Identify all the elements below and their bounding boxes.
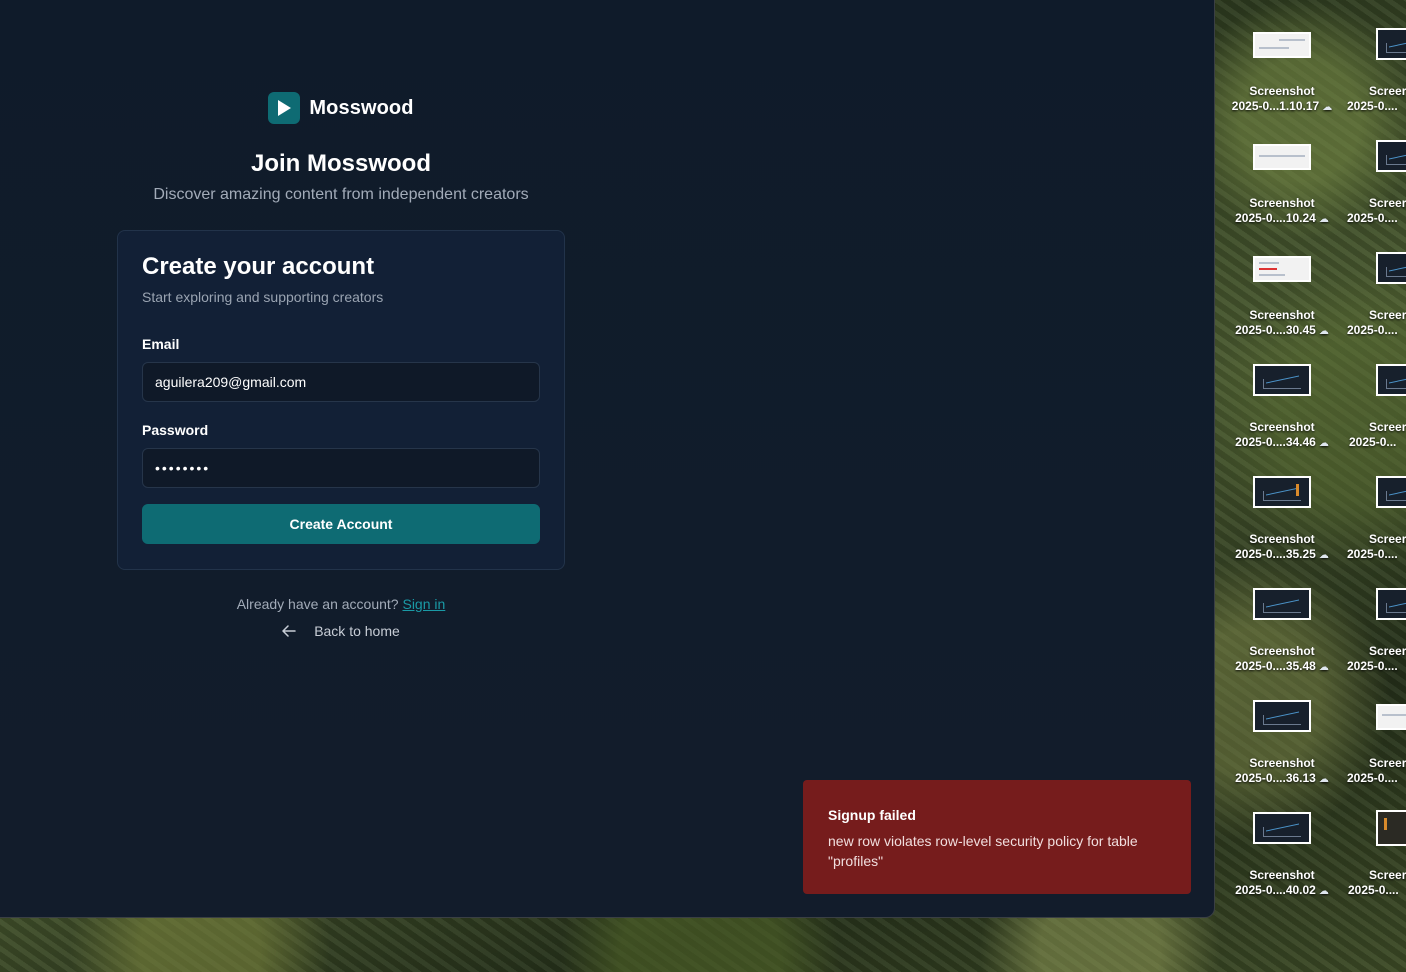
desktop-icon-label[interactable]: Screenshot 2025-0....40.02 ☁ (1222, 868, 1342, 899)
desktop-icon-label[interactable]: Screer 2025-0.... (1343, 868, 1406, 898)
cloud-icon: ☁ (1322, 102, 1333, 113)
signin-prompt: Already have an account? (236, 596, 399, 612)
cloud-icon: ☁ (1318, 214, 1329, 225)
desktop-icon-label[interactable]: Screer 2025-0.... (1342, 84, 1406, 114)
screenshot-thumbnail[interactable] (1253, 256, 1311, 282)
password-value: •••••••• (155, 460, 211, 476)
page-subtitle: Discover amazing content from independen… (153, 186, 529, 203)
signin-prompt-row: Already have an account? Sign in (237, 596, 446, 612)
screenshot-thumbnail[interactable] (1253, 588, 1311, 620)
screenshot-thumbnail[interactable] (1376, 28, 1406, 60)
desktop-icon-label[interactable]: Screenshot 2025-0....35.25 ☁ (1222, 532, 1342, 563)
cloud-icon: ☁ (1318, 886, 1329, 897)
card-title: Create your account (142, 253, 375, 280)
screenshot-thumbnail[interactable] (1253, 364, 1311, 396)
screenshot-thumbnail[interactable] (1253, 812, 1311, 844)
toast-message: new row violates row-level security poli… (828, 833, 1138, 869)
email-label: Email (142, 336, 180, 352)
password-label: Password (142, 422, 209, 438)
desktop-icon-label[interactable]: Screer 2025-0.... (1342, 756, 1406, 786)
screenshot-thumbnail[interactable] (1253, 700, 1311, 732)
back-to-home-link[interactable]: Back to home (282, 623, 400, 639)
desktop-icon-label[interactable]: Screer 2025-0... (1344, 420, 1406, 450)
desktop-icon-label[interactable]: Screenshot 2025-0...1.10.17 ☁ (1222, 84, 1342, 115)
cloud-icon: ☁ (1318, 774, 1329, 785)
desktop-icon-label[interactable]: Screenshot 2025-0....10.24 ☁ (1222, 196, 1342, 227)
password-field[interactable]: •••••••• (142, 448, 540, 488)
error-toast[interactable]: Signup failed new row violates row-level… (803, 780, 1191, 894)
signup-card: Create your account Start exploring and … (117, 230, 565, 570)
screenshot-thumbnail[interactable] (1376, 704, 1406, 730)
signup-column: Mosswood Join Mosswood Discover amazing … (117, 0, 565, 639)
screenshot-thumbnail[interactable] (1376, 252, 1406, 284)
desktop-icon-label[interactable]: Screenshot 2025-0....36.13 ☁ (1222, 756, 1342, 787)
screenshot-thumbnail[interactable] (1376, 588, 1406, 620)
cloud-icon: ☁ (1318, 550, 1329, 561)
brand-header[interactable]: Mosswood (268, 92, 413, 124)
cloud-icon: ☁ (1318, 662, 1329, 673)
desktop-icon-label[interactable]: Screer 2025-0.... (1342, 308, 1406, 338)
arrow-left-icon (282, 625, 296, 637)
desktop-icon-label[interactable]: Screer 2025-0.... (1342, 644, 1406, 674)
email-value: aguilera209@gmail.com (155, 374, 307, 390)
screenshot-thumbnail[interactable] (1253, 476, 1311, 508)
sign-in-link[interactable]: Sign in (402, 596, 445, 612)
screenshot-thumbnail[interactable] (1376, 810, 1406, 846)
desktop-icon-label[interactable]: Screer 2025-0.... (1342, 532, 1406, 562)
email-field[interactable]: aguilera209@gmail.com (142, 362, 540, 402)
cloud-icon: ☁ (1318, 326, 1329, 337)
create-account-button[interactable]: Create Account (142, 504, 540, 544)
brand-name: Mosswood (309, 96, 414, 119)
back-to-home-label: Back to home (314, 623, 400, 639)
browser-window: Mosswood Join Mosswood Discover amazing … (0, 0, 1215, 918)
screenshot-thumbnail[interactable] (1253, 144, 1311, 170)
page-title: Join Mosswood (251, 150, 431, 177)
screenshot-thumbnail[interactable] (1376, 364, 1406, 396)
desktop-icon-label[interactable]: Screenshot 2025-0....35.48 ☁ (1222, 644, 1342, 675)
play-logo-icon (268, 92, 301, 124)
screenshot-thumbnail[interactable] (1253, 32, 1311, 58)
card-subtitle: Start exploring and supporting creators (142, 289, 384, 305)
desktop-icon-label[interactable]: Screenshot 2025-0....34.46 ☁ (1222, 420, 1342, 451)
screenshot-thumbnail[interactable] (1376, 140, 1406, 172)
screenshot-thumbnail[interactable] (1376, 476, 1406, 508)
desktop-icon-label[interactable]: Screenshot 2025-0....30.45 ☁ (1222, 308, 1342, 339)
cloud-icon: ☁ (1318, 438, 1329, 449)
desktop-icon-label[interactable]: Screer 2025-0.... (1342, 196, 1406, 226)
toast-title: Signup failed (828, 807, 916, 823)
